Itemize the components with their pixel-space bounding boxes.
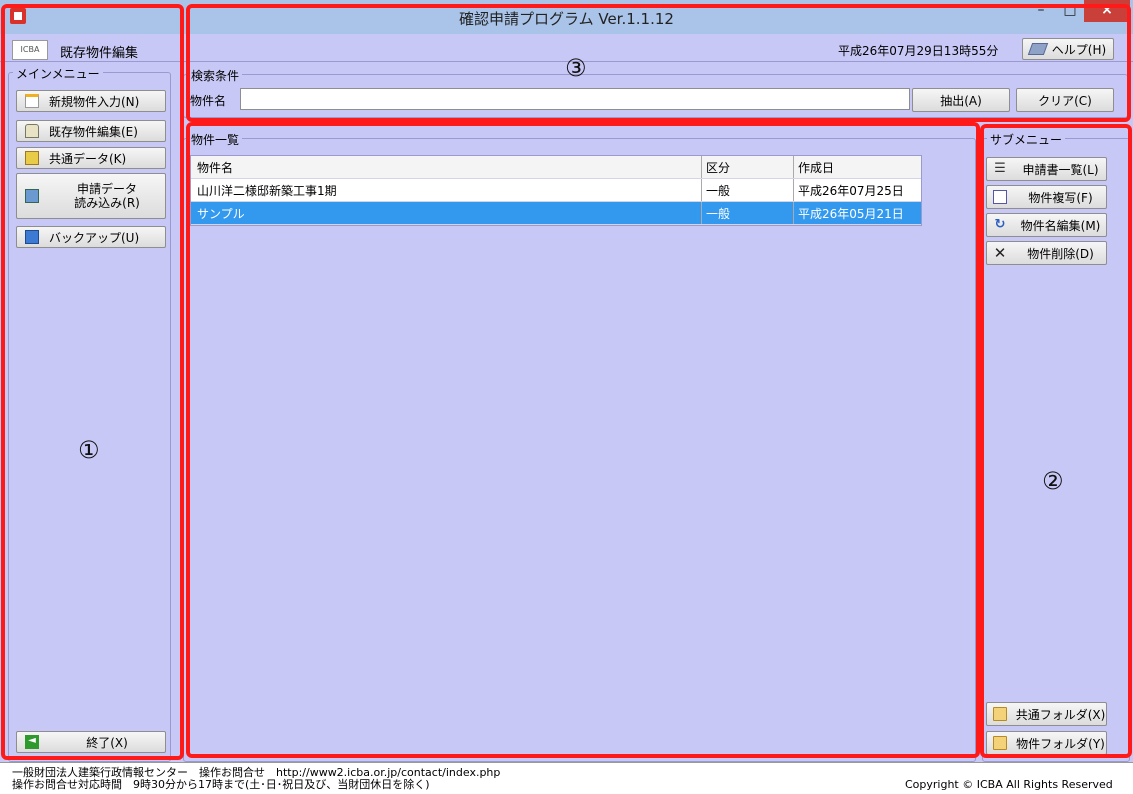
annotation-number-2: ②	[1042, 467, 1064, 495]
copyright: Copyright © ICBA All Rights Reserved	[905, 778, 1113, 791]
annotation-frame-3	[186, 4, 1131, 122]
footer-hours: 操作お問合せ対応時間 9時30分から17時まで(土･日･祝日及び、当財団休日を除…	[12, 778, 430, 791]
annotation-frame-2	[980, 124, 1132, 758]
annotation-number-1: ①	[78, 436, 100, 464]
annotation-frame-3-list	[186, 122, 980, 758]
annotation-number-3: ③	[565, 54, 587, 82]
annotation-frame-1	[1, 4, 184, 760]
